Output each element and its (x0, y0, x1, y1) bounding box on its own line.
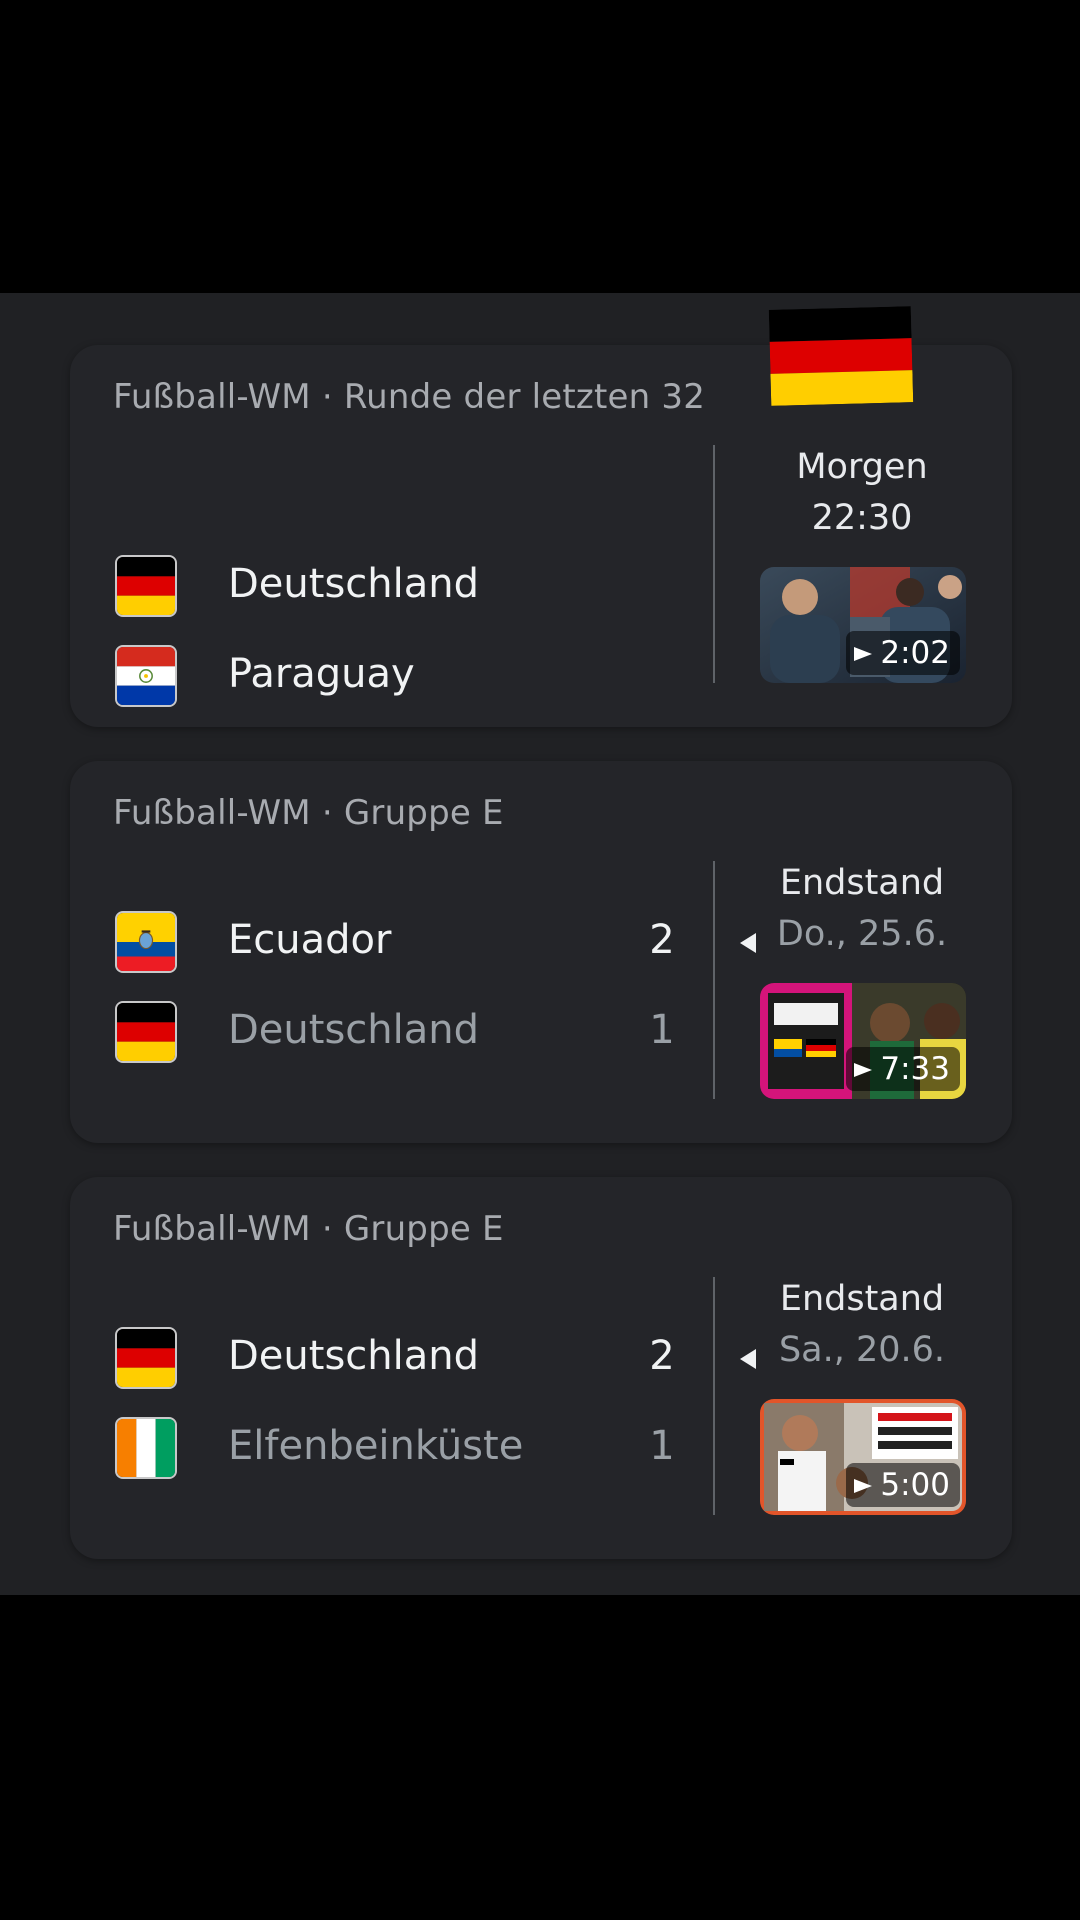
play-icon (854, 1063, 873, 1077)
match-date: Sa., 20.6. (778, 1330, 946, 1370)
competition-label: Fußball-WM · Gruppe E (113, 793, 504, 833)
team-row-away: Elfenbeinküste 1 (117, 1417, 717, 1481)
match-status: Endstand (779, 1279, 945, 1319)
team-row-away: Deutschland 1 (117, 1001, 717, 1065)
germany-flag-icon (117, 1329, 175, 1387)
divider (713, 861, 715, 1099)
winner-arrow-icon (740, 1349, 756, 1369)
team-score: 1 (649, 1423, 675, 1469)
germany-flag-icon (117, 557, 175, 615)
ecuador-flag-icon (117, 913, 175, 971)
match-date: Do., 25.6. (776, 914, 948, 954)
video-duration: 2:02 (846, 631, 960, 675)
video-thumbnail[interactable]: 2:02 (760, 567, 966, 683)
team-name: Paraguay (228, 651, 415, 697)
winner-arrow-icon (740, 933, 756, 953)
team-name: Deutschland (228, 561, 479, 607)
match-card-3[interactable]: Fußball-WM · Gruppe E Deutschland 2 Elfe… (70, 1177, 1012, 1559)
team-name: Elfenbeinküste (228, 1423, 524, 1469)
video-duration: 5:00 (846, 1463, 960, 1507)
team-row-away: Paraguay (117, 645, 717, 709)
ivory-coast-flag-icon (117, 1419, 175, 1477)
germany-flag-icon (117, 1003, 175, 1061)
germany-flag-sticker-icon (768, 306, 914, 406)
video-thumbnail[interactable]: 7:33 (760, 983, 966, 1099)
video-thumbnail[interactable]: 5:00 (760, 1399, 966, 1515)
divider (713, 445, 715, 683)
team-name: Ecuador (228, 917, 392, 963)
team-row-home: Deutschland (117, 555, 717, 619)
competition-label: Fußball-WM · Runde der letzten 32 (113, 377, 706, 417)
divider (713, 1277, 715, 1515)
team-score: 2 (649, 917, 675, 963)
team-name: Deutschland (228, 1333, 479, 1379)
team-score: 1 (649, 1007, 675, 1053)
team-row-home: Deutschland 2 (117, 1327, 756, 1391)
match-time: 22:30 (811, 498, 913, 538)
team-score: 2 (649, 1333, 675, 1379)
play-icon (854, 1479, 873, 1493)
video-duration: 7:33 (846, 1047, 960, 1091)
team-name: Deutschland (228, 1007, 479, 1053)
play-icon (854, 647, 873, 661)
competition-label: Fußball-WM · Gruppe E (113, 1209, 504, 1249)
match-card-2[interactable]: Fußball-WM · Gruppe E Ecuador 2 Deutschl… (70, 761, 1012, 1143)
team-row-home: Ecuador 2 (117, 911, 756, 975)
paraguay-flag-icon (117, 647, 175, 705)
match-status: Morgen (796, 447, 928, 487)
results-panel: Fußball-WM · Runde der letzten 32 Deutsc… (0, 293, 1080, 1595)
match-status: Endstand (779, 863, 945, 903)
